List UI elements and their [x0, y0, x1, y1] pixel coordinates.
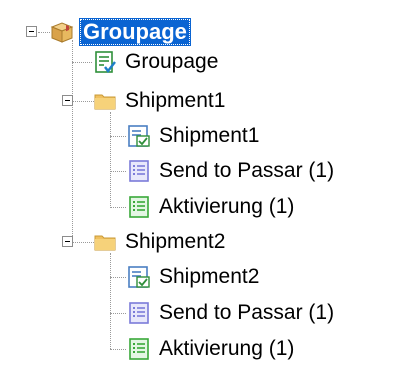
tree-connector [38, 32, 50, 33]
tree-node-label: Groupage [125, 50, 219, 73]
tree-node[interactable]: Shipment2 [127, 259, 261, 295]
tree-node-folder[interactable]: Shipment2 [93, 224, 227, 260]
tree-connector [110, 313, 126, 314]
tree-node[interactable]: Aktivierung (1) [127, 189, 296, 225]
collapse-toggle[interactable] [62, 236, 73, 247]
package-icon [50, 20, 74, 44]
tree-connector [110, 277, 126, 278]
tree-node-label: Groupage [79, 18, 191, 46]
folder-icon [93, 230, 117, 254]
tree-connector [72, 101, 94, 102]
tree-connector [72, 62, 73, 244]
tree-node[interactable]: Groupage [93, 44, 220, 80]
tree-view[interactable]: Groupage Groupage Shipment1 Shipment1 Se… [0, 0, 394, 367]
tree-node-label: Send to Passar (1) [159, 301, 335, 324]
shipment-form-icon [127, 124, 151, 148]
tree-node-label: Shipment1 [159, 124, 260, 147]
folder-icon [93, 89, 117, 113]
tree-node-folder[interactable]: Shipment1 [93, 83, 227, 119]
tree-connector [110, 349, 126, 350]
collapse-toggle[interactable] [26, 26, 37, 37]
list-green-icon [127, 195, 151, 219]
document-check-icon [93, 50, 117, 74]
tree-node-label: Send to Passar (1) [159, 159, 335, 182]
tree-node-label: Shipment2 [125, 230, 226, 253]
tree-node-label: Aktivierung (1) [159, 337, 295, 360]
list-blue-icon [127, 159, 151, 183]
tree-connector [72, 62, 92, 63]
tree-node-label: Aktivierung (1) [159, 195, 295, 218]
list-blue-icon [127, 301, 151, 325]
tree-node[interactable]: Shipment1 [127, 118, 261, 154]
tree-node[interactable]: Send to Passar (1) [127, 153, 336, 189]
tree-connector [110, 136, 126, 137]
tree-connector [110, 253, 111, 349]
tree-connector [110, 171, 126, 172]
tree-connector [72, 242, 94, 243]
tree-connector [110, 207, 126, 208]
shipment-form-icon [127, 265, 151, 289]
tree-connector [110, 112, 111, 208]
tree-node[interactable]: Send to Passar (1) [127, 295, 336, 331]
collapse-toggle[interactable] [62, 95, 73, 106]
list-green-icon [127, 337, 151, 361]
tree-node-label: Shipment1 [125, 89, 226, 112]
tree-node-label: Shipment2 [159, 265, 260, 288]
tree-node[interactable]: Aktivierung (1) [127, 331, 296, 367]
